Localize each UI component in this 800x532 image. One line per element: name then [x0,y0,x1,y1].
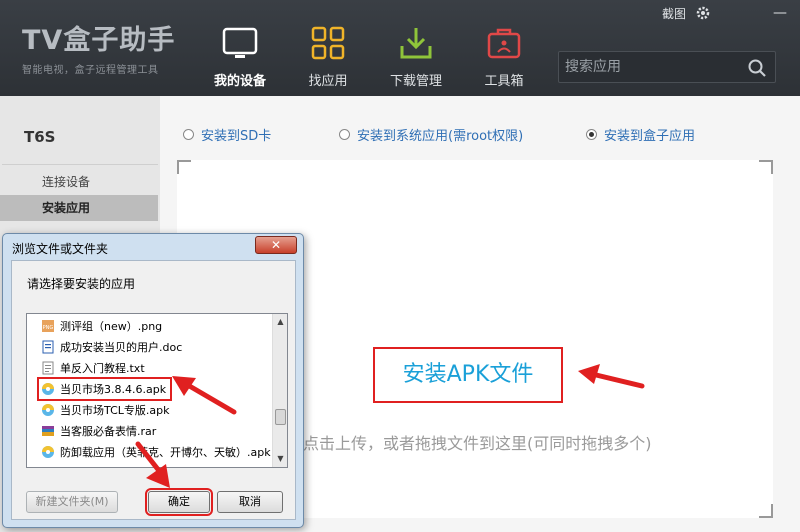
list-item[interactable]: 当贝市场TCL专版.apk [41,400,169,420]
list-item[interactable]: 当客服必备表情.rar [41,421,156,441]
search-input[interactable] [559,52,729,82]
grid-icon [311,26,345,60]
nav-toolbox[interactable]: 工具箱 [460,0,548,96]
dialog-body: 请选择要安装的应用 PNG 测评组（new）.png 成功安装当贝的用户.doc… [11,260,296,520]
main-nav: 我的设备 找应用 下载管理 工具箱 [196,0,548,96]
nav-label: 我的设备 [213,74,266,89]
sidebar-item-install-app[interactable]: 安装应用 [0,195,158,221]
scroll-thumb[interactable] [275,409,286,425]
option-label: 安装到盒子应用 [604,129,696,144]
file-name: 当客服必备表情.rar [60,425,157,438]
sidebar-item-connect-device[interactable]: 连接设备 [0,169,158,195]
app-logo: TV盒子助手 智能电视，盒子远程管理工具 [22,18,175,76]
file-name: 测评组（new）.png [60,320,163,333]
corner-mark [759,504,773,518]
nav-find-apps[interactable]: 找应用 [284,0,372,96]
nav-label: 找应用 [308,74,348,89]
toolbox-icon [487,28,521,59]
rar-file-icon [42,426,54,436]
scroll-up-icon[interactable]: ▲ [274,315,287,329]
nav-download-manager[interactable]: 下载管理 [372,0,460,96]
browse-file-dialog: 浏览文件或文件夹 ✕ 请选择要安装的应用 PNG 测评组（new）.png 成功… [2,233,304,528]
txt-file-icon [42,361,54,375]
nav-my-devices[interactable]: 我的设备 [196,0,284,96]
minimize-button[interactable]: — [770,3,790,23]
download-icon [400,28,432,59]
nav-label: 工具箱 [484,74,524,89]
gear-icon[interactable] [694,4,712,22]
dialog-prompt: 请选择要安装的应用 [27,277,136,291]
ok-button[interactable]: 确定 [145,488,213,516]
dialog-title: 浏览文件或文件夹 [12,242,109,256]
app-subtitle: 智能电视，盒子远程管理工具 [22,65,159,76]
scroll-down-icon[interactable]: ▼ [274,452,287,466]
png-file-icon: PNG [42,320,54,332]
option-system-app[interactable]: 安装到系统应用(需root权限) [339,125,523,144]
apk-file-icon [42,404,54,416]
search-icon[interactable] [747,58,767,78]
device-name: T6S [24,128,56,146]
option-sd-card[interactable]: 安装到SD卡 [183,125,271,144]
dialog-close-button[interactable]: ✕ [255,236,297,254]
list-item[interactable]: 防卸载应用（英菲克、开博尔、天敏）.apk [41,442,271,462]
app-title: TV盒子助手 [22,25,176,56]
file-name: 单反入门教程.txt [60,362,145,375]
install-apk-button[interactable]: 安装APK文件 [373,347,563,403]
file-tree[interactable]: PNG 测评组（new）.png 成功安装当贝的用户.doc 单反入门教程.tx… [26,313,288,468]
radio-button[interactable] [339,129,350,140]
vertical-scrollbar[interactable]: ▲ ▼ [272,314,287,467]
tablet-icon [222,27,258,58]
corner-mark [759,160,773,174]
drop-hint: 点击上传，或者拖拽文件到这里(可同时拖拽多个) [303,434,652,453]
file-name: 当贝市场TCL专版.apk [60,404,170,417]
list-item[interactable]: PNG 测评组（new）.png [41,316,162,336]
search-box [558,51,776,83]
file-name: 当贝市场3.8.4.6.apk [60,383,167,396]
file-name: 成功安装当贝的用户.doc [60,341,183,354]
cancel-button[interactable]: 取消 [217,491,283,513]
svg-text:PNG: PNG [43,325,54,331]
new-folder-button[interactable]: 新建文件夹(M) [26,491,118,513]
option-box-app[interactable]: 安装到盒子应用 [586,125,695,144]
list-item[interactable]: 单反入门教程.txt [41,358,145,378]
divider [2,164,158,165]
radio-button[interactable] [183,129,194,140]
apk-file-icon [42,383,54,395]
list-item[interactable]: 成功安装当贝的用户.doc [41,337,182,357]
radio-button-checked[interactable] [586,129,597,140]
list-item-selected[interactable]: 当贝市场3.8.4.6.apk [36,377,173,401]
option-label: 安装到SD卡 [201,129,272,144]
top-bar: TV盒子助手 智能电视，盒子远程管理工具 我的设备 找应用 下载管理 工具箱 截… [0,0,800,96]
option-label: 安装到系统应用(需root权限) [357,129,524,144]
screenshot-button[interactable]: 截图 [662,5,686,22]
window-controls: 截图 — [662,0,800,26]
corner-mark [177,160,191,174]
nav-label: 下载管理 [389,74,442,89]
file-name: 防卸载应用（英菲克、开博尔、天敏）.apk [60,446,271,459]
apk-file-icon [42,446,54,458]
install-location-options: 安装到SD卡 安装到系统应用(需root权限) 安装到盒子应用 [160,125,800,145]
doc-file-icon [42,340,54,354]
